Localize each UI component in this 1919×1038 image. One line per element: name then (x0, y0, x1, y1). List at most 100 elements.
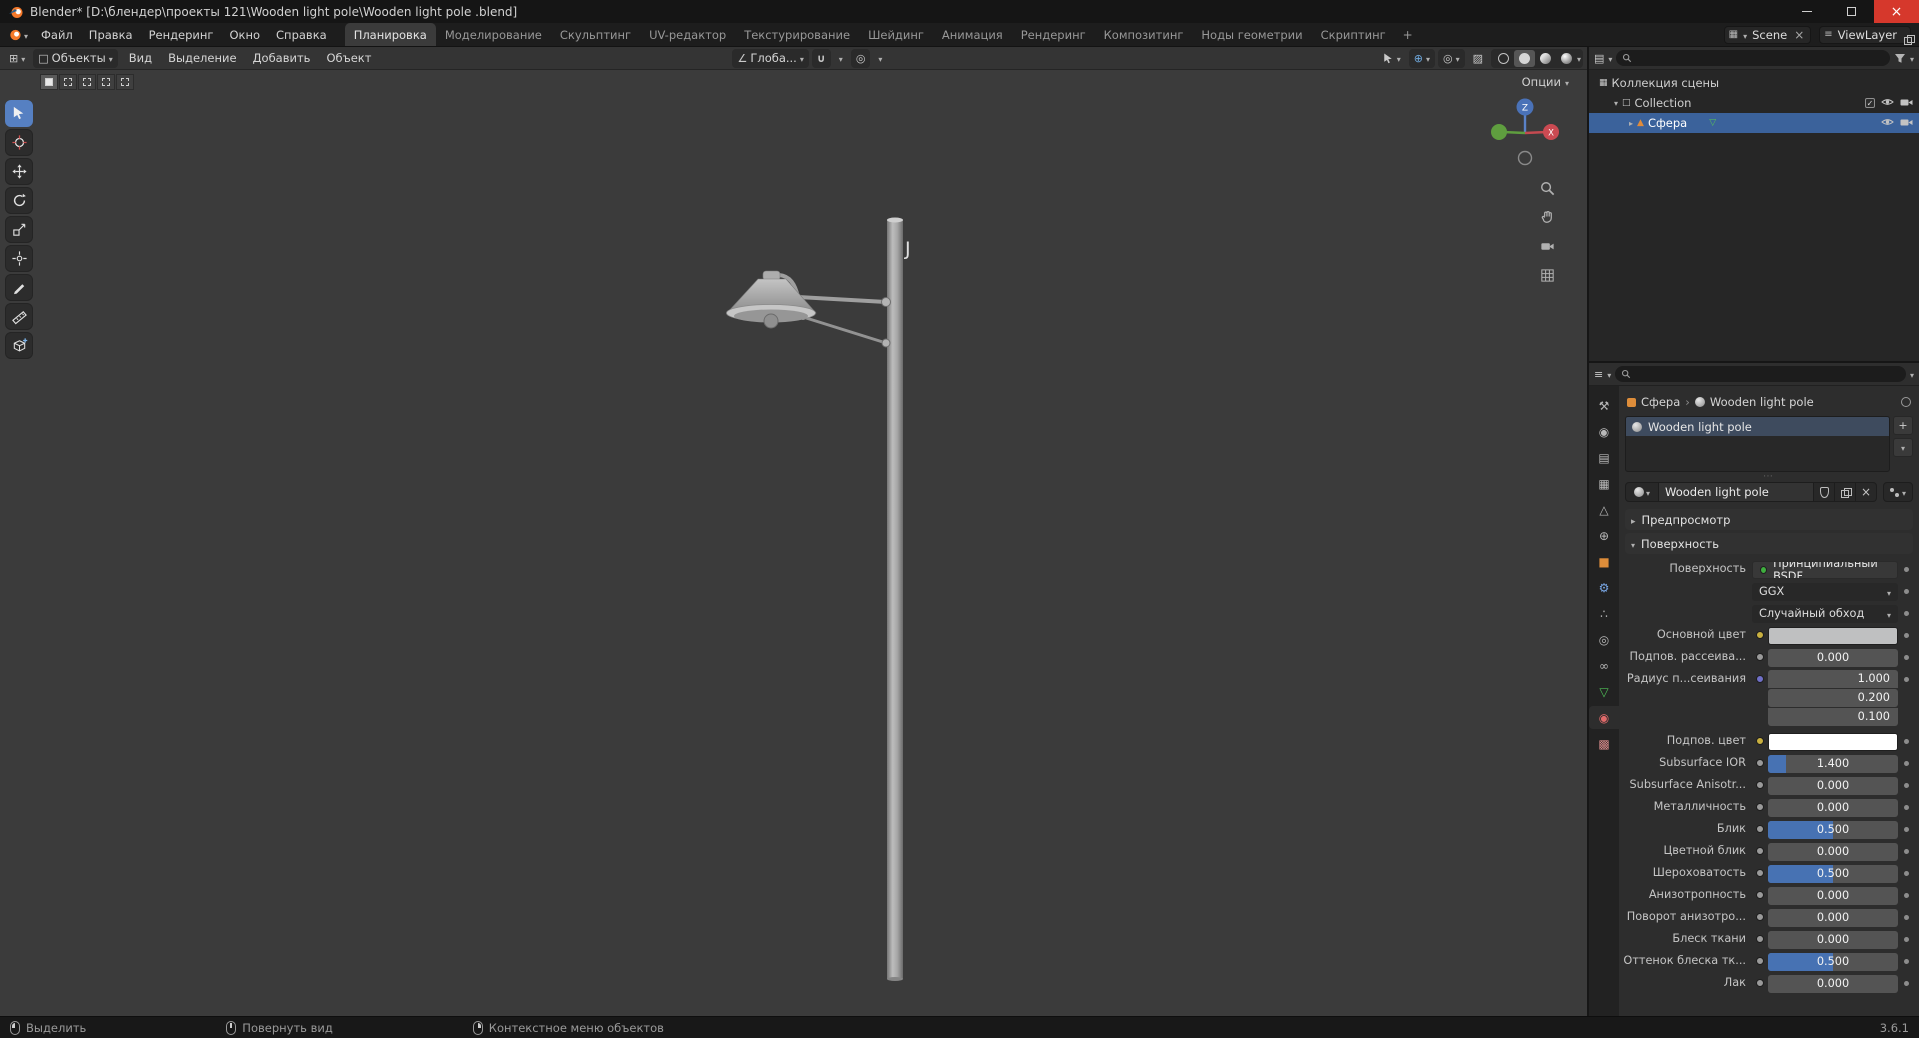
animate-decorator[interactable] (1904, 848, 1909, 854)
viewport-menu-3[interactable]: Объект (318, 51, 379, 65)
scene-selector[interactable]: ▦ Scene × (1723, 25, 1812, 44)
properties-tab-texture[interactable]: ▩ (1589, 732, 1619, 755)
prop-slider[interactable]: 0.500 (1768, 952, 1898, 971)
shading-wireframe-button[interactable] (1493, 50, 1514, 67)
editor-type-button[interactable]: ⊞ (4, 49, 30, 68)
properties-tab-particles[interactable]: ∴ (1589, 602, 1619, 625)
workspace-tab-4[interactable]: Текстурирование (735, 23, 859, 46)
gizmo-z-negative[interactable] (1517, 150, 1533, 166)
animate-decorator[interactable] (1904, 782, 1909, 788)
pin-icon[interactable] (1901, 397, 1911, 407)
properties-tab-material[interactable]: ◉ (1589, 706, 1619, 729)
disclosure-icon[interactable]: ▾ (1614, 99, 1618, 108)
workspace-tab-6[interactable]: Анимация (933, 23, 1012, 46)
breadcrumb-material[interactable]: Wooden light pole (1710, 395, 1814, 409)
workspace-tab-0[interactable]: Планировка (344, 23, 436, 46)
camera-view-button[interactable] (1537, 236, 1557, 256)
animate-decorator[interactable] (1904, 654, 1909, 660)
color-swatch[interactable] (1768, 626, 1898, 645)
properties-tab-render[interactable]: ◉ (1589, 420, 1619, 443)
prop-slider[interactable]: 0.500 (1768, 820, 1898, 839)
animate-decorator[interactable] (1904, 760, 1909, 766)
snap-toggle-button[interactable]: ∪ (811, 48, 831, 68)
properties-tab-modifiers[interactable]: ⚙ (1589, 576, 1619, 599)
panel-surface[interactable]: Поверхность (1625, 533, 1913, 554)
disclosure-icon[interactable]: ▸ (1629, 119, 1633, 128)
scene-unlink-button[interactable]: × (1792, 28, 1806, 42)
prop-slider[interactable]: 0.500 (1768, 864, 1898, 883)
animate-decorator[interactable] (1904, 566, 1909, 572)
viewport-menu-1[interactable]: Выделение (160, 51, 245, 65)
workspace-tab-2[interactable]: Скульптинг (551, 23, 640, 46)
zoom-button[interactable] (1537, 178, 1557, 198)
filter-funnel-icon[interactable] (1894, 53, 1906, 64)
fake-user-button[interactable] (1814, 482, 1835, 502)
animate-decorator[interactable] (1904, 804, 1909, 810)
workspace-tab-9[interactable]: Ноды геометрии (1192, 23, 1311, 46)
outliner-search[interactable] (1616, 50, 1890, 66)
prop-slider[interactable]: 0.000 (1768, 974, 1898, 993)
viewport-menu-2[interactable]: Добавить (245, 51, 319, 65)
use-nodes-button[interactable] (1883, 482, 1913, 502)
properties-search[interactable] (1615, 366, 1906, 382)
top-menu-2[interactable]: Рендеринг (141, 23, 222, 46)
visibility-toggle[interactable] (1881, 96, 1894, 110)
mode-dropdown[interactable]: □ Объекты (33, 48, 118, 68)
vector-value-field[interactable]: 0.200 (1768, 689, 1898, 707)
viewport-3d[interactable]: Опции ▾ J Z X (0, 70, 1587, 1016)
render-visibility-toggle[interactable] (1900, 96, 1913, 110)
overlays-toggle[interactable]: ◎ (1437, 48, 1465, 68)
transform-orientation-dropdown[interactable]: ∠ Глоба... (732, 48, 809, 68)
gizmo-y-axis[interactable] (1491, 124, 1507, 140)
properties-editor-icon[interactable]: ≡ (1594, 369, 1603, 380)
animate-decorator[interactable] (1904, 936, 1909, 942)
animate-decorator[interactable] (1904, 632, 1909, 638)
object-visibility-dropdown[interactable] (1377, 49, 1406, 68)
color-swatch[interactable] (1768, 732, 1898, 751)
workspace-tab-5[interactable]: Шейдинг (859, 23, 933, 46)
properties-tab-data[interactable]: ▽ (1589, 680, 1619, 703)
prop-slider[interactable]: 0.000 (1768, 908, 1898, 927)
add-slot-button[interactable]: + (1893, 416, 1913, 435)
properties-tab-constraints[interactable]: ∞ (1589, 654, 1619, 677)
panel-preview[interactable]: Предпросмотр (1625, 509, 1913, 530)
top-menu-3[interactable]: Окно (221, 23, 268, 46)
close-button[interactable] (1874, 0, 1919, 23)
outliner-row-object-sphere[interactable]: ▸ ▲ Сфера ▽ (1589, 113, 1919, 133)
list-resize-grip[interactable]: ⋯ (1623, 471, 1915, 482)
navigation-gizmo[interactable]: Z X (1489, 96, 1561, 168)
proportional-edit-button[interactable]: ◎ (850, 48, 871, 68)
animate-decorator[interactable] (1904, 676, 1909, 682)
vector-value-field[interactable]: 1.000 (1768, 670, 1898, 688)
proportional-falloff-caret[interactable] (873, 49, 887, 68)
outliner-row-collection[interactable]: ▾ □ Collection (1589, 93, 1919, 113)
minimize-button[interactable] (1784, 0, 1829, 23)
animate-decorator[interactable] (1904, 980, 1909, 986)
properties-tab-output[interactable]: ▤ (1589, 446, 1619, 469)
browse-material-button[interactable] (1625, 482, 1659, 502)
workspace-tab-7[interactable]: Рендеринг (1012, 23, 1095, 46)
animate-decorator[interactable] (1904, 738, 1909, 744)
animate-decorator[interactable] (1904, 826, 1909, 832)
slot-specials-button[interactable] (1893, 438, 1913, 457)
duplicate-material-button[interactable] (1835, 482, 1856, 502)
properties-tab-world[interactable]: ⊕ (1589, 524, 1619, 547)
animate-decorator[interactable] (1904, 958, 1909, 964)
workspace-tab-1[interactable]: Моделирование (436, 23, 551, 46)
outliner-row-scene-collection[interactable]: ▦ Коллекция сцены (1589, 73, 1919, 93)
properties-tab-physics[interactable]: ◎ (1589, 628, 1619, 651)
add-workspace-button[interactable]: + (1395, 23, 1421, 46)
outliner-search-input[interactable] (1636, 52, 1884, 64)
gizmos-toggle[interactable]: ⊕ (1408, 48, 1435, 68)
maximize-button[interactable] (1829, 0, 1874, 23)
properties-tab-tool[interactable]: ⚒ (1589, 394, 1619, 417)
animate-decorator[interactable] (1904, 588, 1909, 594)
unlink-material-button[interactable]: × (1856, 482, 1877, 502)
vector-value-field[interactable]: 0.100 (1768, 708, 1898, 726)
snap-options-caret[interactable] (834, 49, 848, 68)
top-menu-4[interactable]: Справка (268, 23, 335, 46)
breadcrumb-object[interactable]: Сфера (1641, 395, 1680, 409)
properties-tab-scene[interactable]: △ (1589, 498, 1619, 521)
prop-slider[interactable]: 0.000 (1768, 648, 1898, 667)
properties-tab-object[interactable]: ■ (1589, 550, 1619, 573)
